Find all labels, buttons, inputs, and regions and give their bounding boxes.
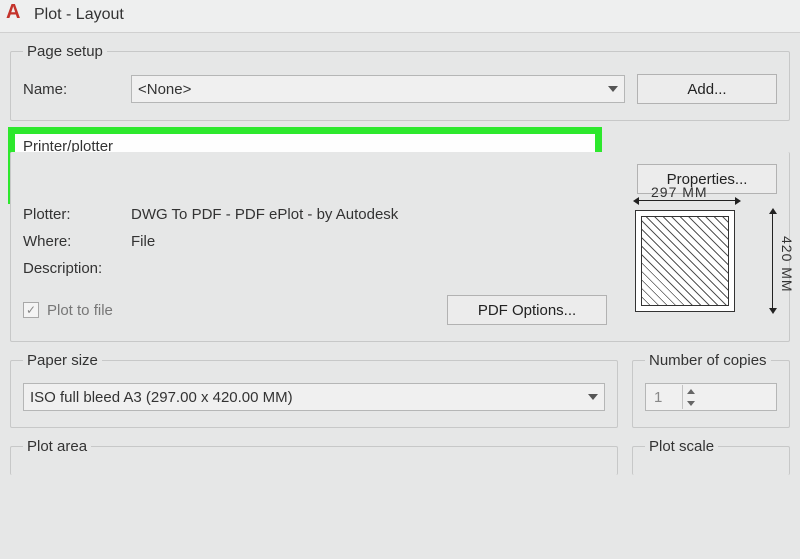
chevron-down-icon	[687, 401, 695, 406]
paper-size-group: Paper size ISO full bleed A3 (297.00 x 4…	[10, 352, 618, 428]
plotter-label: Plotter:	[23, 206, 119, 223]
checkmark-icon: ✓	[23, 302, 39, 318]
autocad-logo-icon	[10, 6, 28, 24]
page-setup-name-value: <None>	[138, 81, 191, 98]
printer-plotter-group: Properties... Plotter: DWG To PDF - PDF …	[10, 152, 790, 342]
preview-width-label: 297 MM	[651, 184, 708, 200]
preview-height-label: 420 MM	[779, 236, 795, 293]
spinner-down-button[interactable]	[683, 397, 699, 409]
page-setup-name-dropdown[interactable]: <None>	[131, 75, 625, 103]
copies-spinner[interactable]: 1	[645, 383, 777, 411]
plot-to-file-checkbox[interactable]: ✓ Plot to file	[23, 302, 113, 319]
plot-scale-legend: Plot scale	[645, 438, 718, 455]
description-label: Description:	[23, 260, 119, 277]
plot-scale-group: Plot scale	[632, 438, 790, 475]
chevron-up-icon	[687, 389, 695, 394]
paper-preview: 297 MM 420 MM	[629, 206, 759, 316]
spinner-up-button[interactable]	[683, 385, 699, 397]
dimension-arrow-icon	[637, 200, 737, 201]
page-setup-name-row: Name: <None> Add...	[23, 74, 777, 104]
page-setup-group: Page setup Name: <None> Add...	[10, 43, 790, 121]
plot-area-group: Plot area	[10, 438, 618, 475]
add-page-setup-button[interactable]: Add...	[637, 74, 777, 104]
window-title: Plot - Layout	[34, 6, 124, 24]
paper-size-legend: Paper size	[23, 352, 102, 369]
where-label: Where:	[23, 233, 119, 250]
chevron-down-icon	[588, 394, 598, 400]
pdf-options-button[interactable]: PDF Options...	[447, 295, 607, 325]
paper-size-value: ISO full bleed A3 (297.00 x 420.00 MM)	[30, 389, 293, 406]
dialog-body: Page setup Name: <None> Add... Printer/p…	[0, 33, 800, 481]
plot-to-file-label: Plot to file	[47, 302, 113, 319]
titlebar: Plot - Layout	[0, 0, 800, 33]
page-setup-legend: Page setup	[23, 43, 107, 60]
copies-legend: Number of copies	[645, 352, 771, 369]
paper-size-dropdown[interactable]: ISO full bleed A3 (297.00 x 420.00 MM)	[23, 383, 605, 411]
page-setup-name-label: Name:	[23, 81, 119, 98]
printable-area-icon	[641, 216, 729, 306]
plot-area-legend: Plot area	[23, 438, 91, 455]
chevron-down-icon	[608, 86, 618, 92]
copies-group: Number of copies 1	[632, 352, 790, 428]
dimension-arrow-icon	[772, 212, 773, 310]
plotter-value: DWG To PDF - PDF ePlot - by Autodesk	[131, 206, 398, 223]
where-value: File	[131, 233, 155, 250]
copies-value: 1	[646, 389, 682, 406]
